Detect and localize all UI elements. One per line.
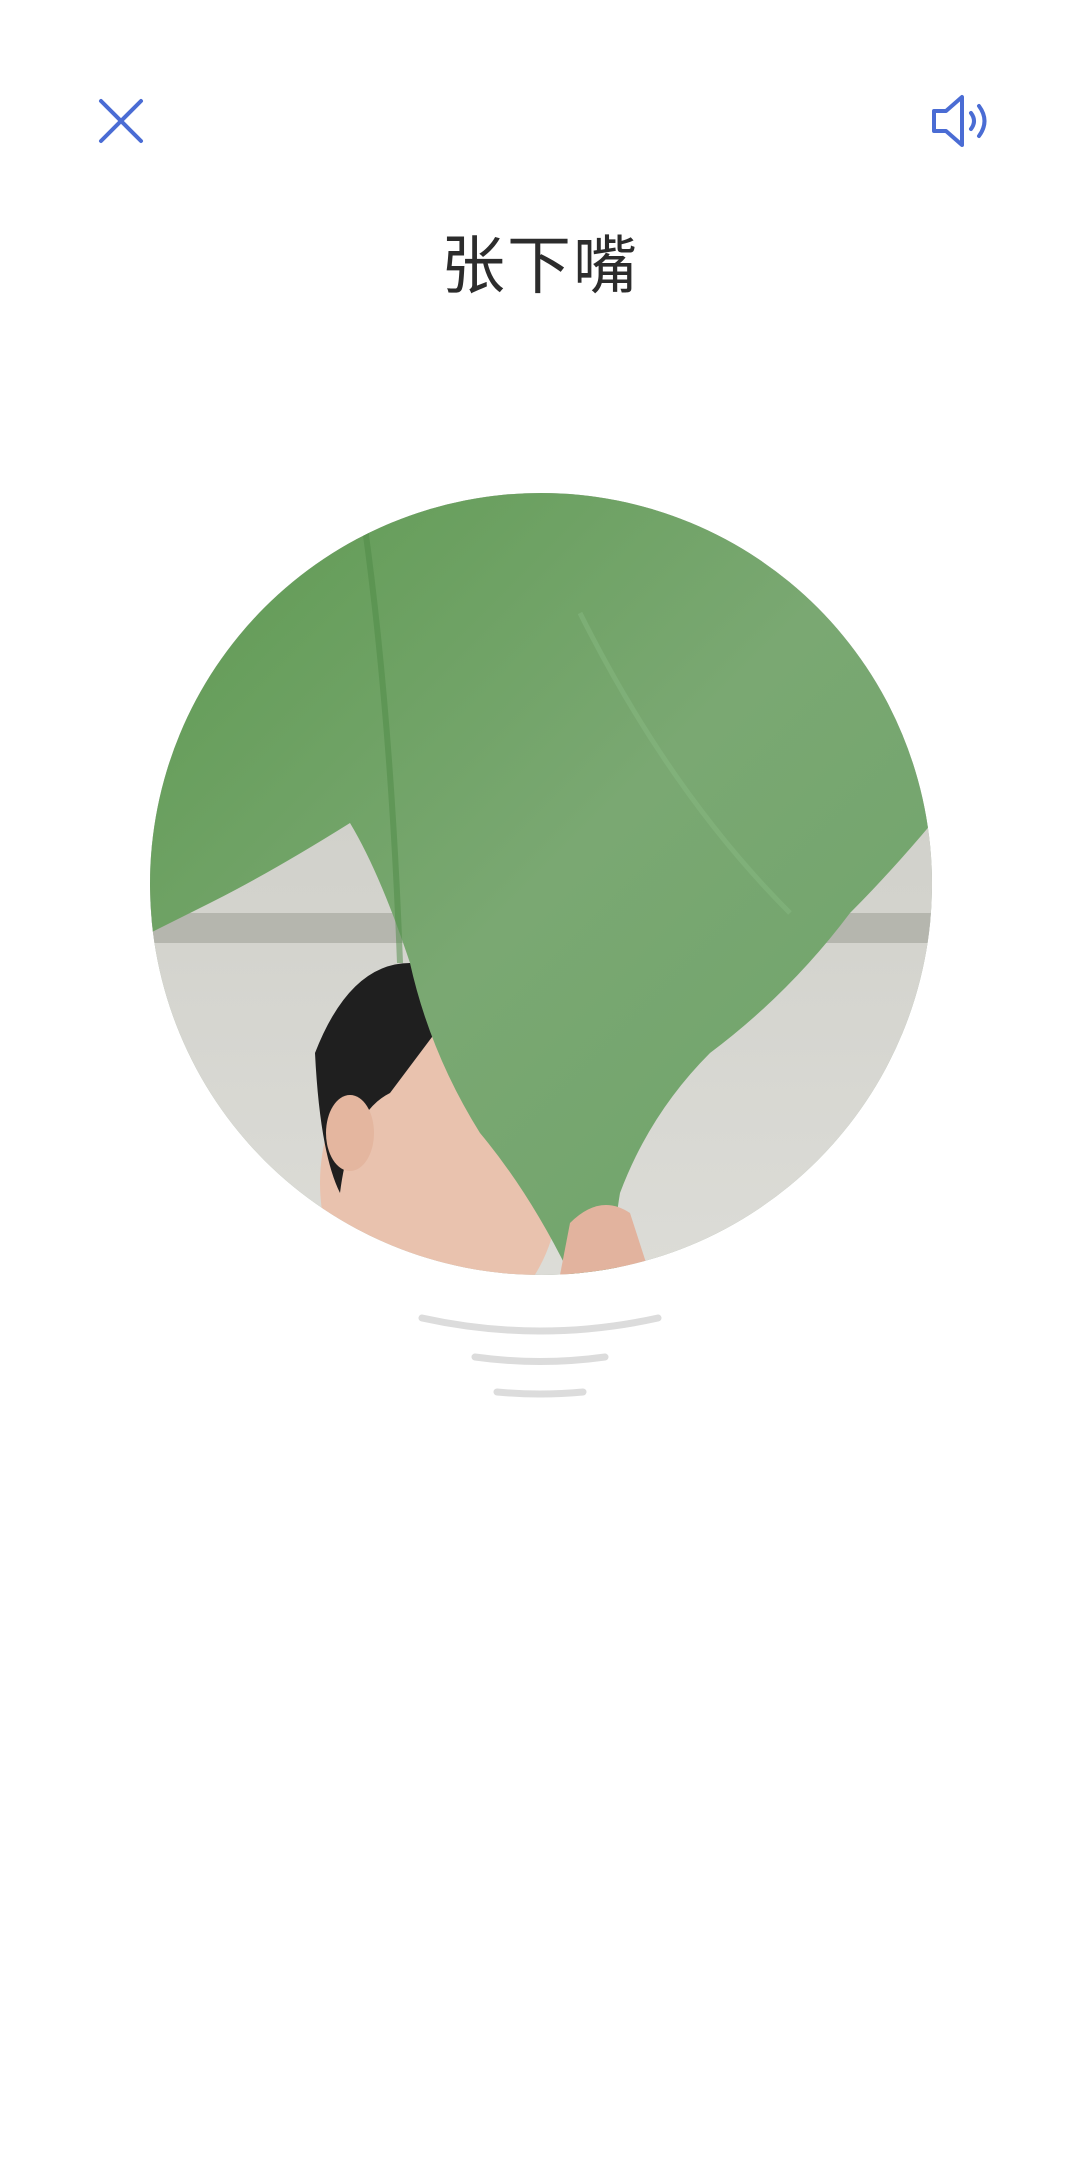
camera-preview [150,493,932,1275]
close-button[interactable] [66,66,176,176]
face-verification-screen: 张下嘴 [0,0,1080,2160]
sound-toggle-button[interactable] [905,66,1015,176]
speaker-icon [932,95,987,147]
wave-lines-icon [418,1314,662,1398]
close-icon [99,99,143,143]
action-prompt: 张下嘴 [441,230,639,304]
camera-image [150,493,932,1275]
